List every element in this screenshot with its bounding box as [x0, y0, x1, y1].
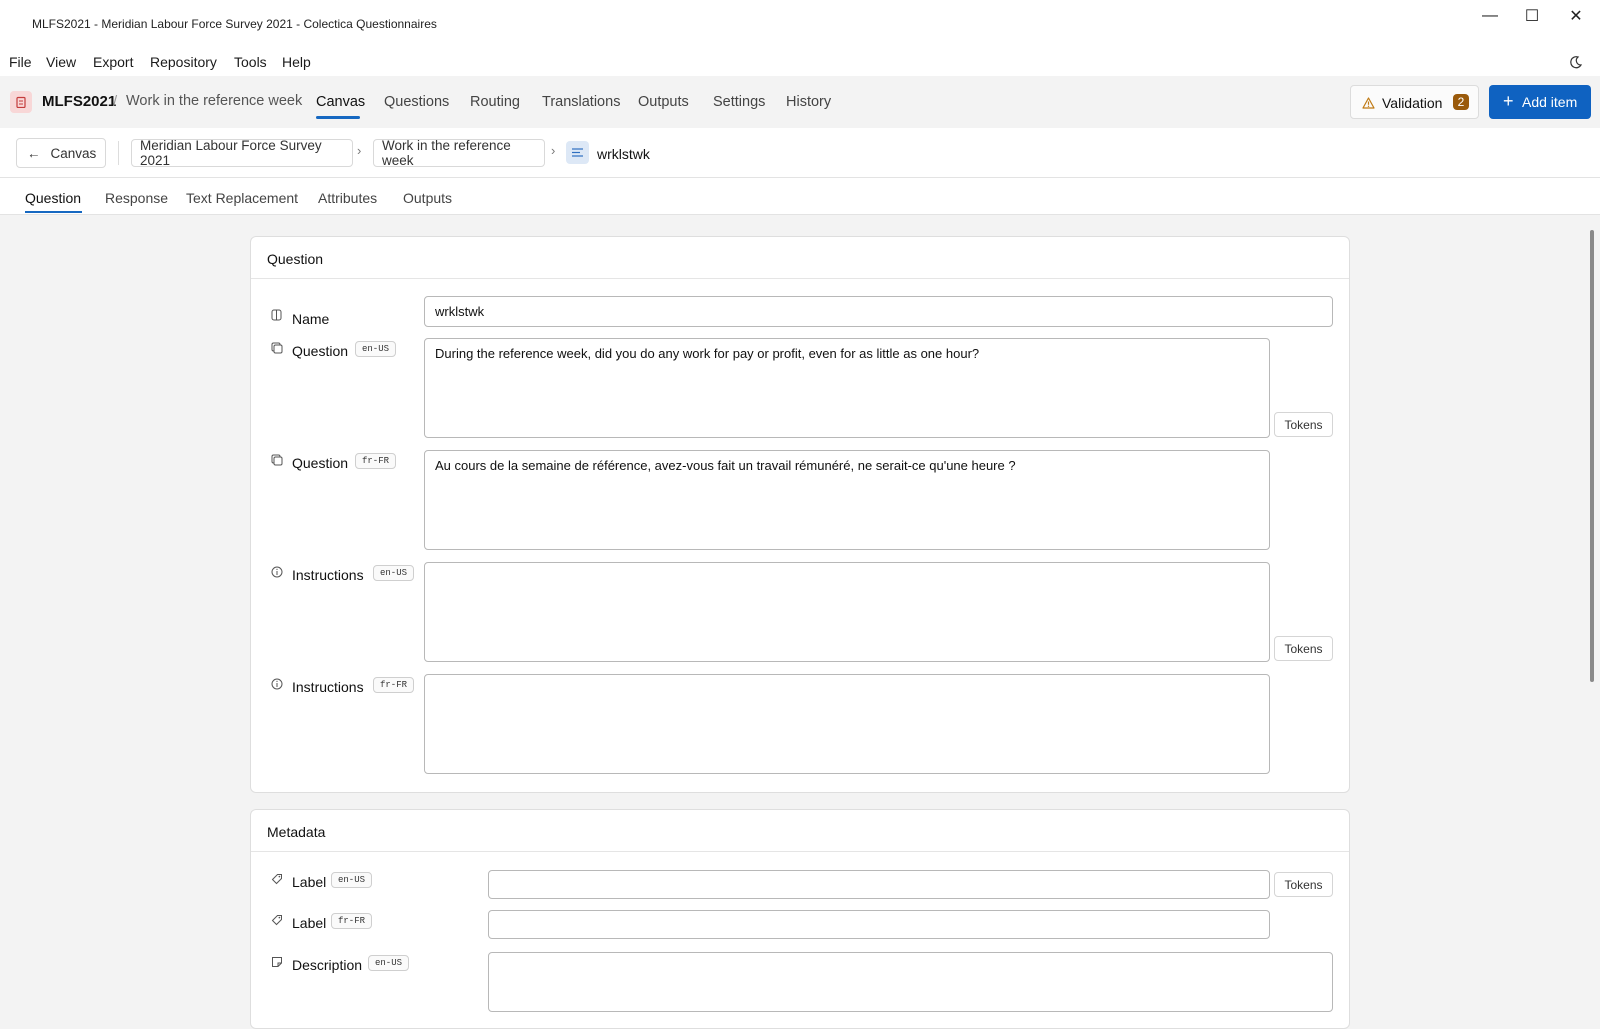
- item-tabs: Question Response Text Replacement Attri…: [0, 178, 1600, 215]
- nav-settings[interactable]: Settings: [713, 94, 765, 110]
- maximize-button[interactable]: ☐: [1509, 0, 1555, 32]
- tab-text-replacement[interactable]: Text Replacement: [186, 190, 298, 206]
- theme-toggle-icon[interactable]: [1569, 55, 1583, 69]
- card-title: Question: [267, 251, 324, 267]
- lang-badge: en-US: [355, 341, 397, 357]
- validation-label: Validation: [1382, 95, 1443, 111]
- lang-badge: fr-FR: [373, 677, 415, 693]
- info-icon: [271, 678, 283, 690]
- tokens-button[interactable]: Tokens: [1274, 636, 1333, 661]
- nav-history[interactable]: History: [786, 94, 831, 110]
- tab-question[interactable]: Question: [25, 190, 81, 206]
- chevron-right-icon: ›: [357, 143, 362, 158]
- lang-badge: en-US: [373, 565, 415, 581]
- tokens-button[interactable]: Tokens: [1274, 412, 1333, 437]
- info-icon: [271, 566, 283, 578]
- back-to-canvas-button[interactable]: ← Canvas: [16, 138, 106, 168]
- lang-badge: fr-FR: [331, 913, 373, 929]
- field-label-question: Question: [292, 455, 349, 471]
- name-input[interactable]: wrklstwk: [424, 296, 1333, 327]
- nav-routing[interactable]: Routing: [470, 94, 520, 110]
- question-text-fr-input[interactable]: Au cours de la semaine de référence, ave…: [424, 450, 1270, 550]
- card-header: Metadata: [251, 810, 1349, 852]
- back-label: Canvas: [50, 145, 97, 161]
- project-name[interactable]: MLFS2021: [42, 93, 116, 110]
- nav-outputs[interactable]: Outputs: [638, 94, 689, 110]
- lang-badge: fr-FR: [355, 453, 397, 469]
- field-label-description: Description: [292, 957, 363, 973]
- validation-count-badge: 2: [1453, 94, 1469, 110]
- description-icon: [272, 957, 282, 967]
- field-label-name: Name: [292, 311, 330, 327]
- add-item-label: Add item: [1522, 94, 1578, 110]
- add-item-button[interactable]: + Add item: [1489, 85, 1591, 119]
- breadcrumb-survey[interactable]: Meridian Labour Force Survey 2021: [131, 138, 353, 168]
- breadcrumb-separator: /: [113, 93, 118, 110]
- menu-view[interactable]: View: [46, 54, 76, 70]
- window-title: MLFS2021 - Meridian Labour Force Survey …: [32, 17, 437, 31]
- project-icon: [10, 91, 32, 113]
- current-section[interactable]: Work in the reference week: [126, 93, 302, 109]
- field-label-instructions: Instructions: [292, 567, 364, 583]
- label-en-input[interactable]: [488, 870, 1270, 899]
- menu-tools[interactable]: Tools: [234, 54, 267, 70]
- instructions-en-input[interactable]: [424, 562, 1270, 662]
- field-label-label: Label: [292, 874, 327, 890]
- description-en-input[interactable]: [488, 952, 1333, 1012]
- tokens-button[interactable]: Tokens: [1274, 872, 1333, 897]
- menu-bar: File View Export Repository Tools Help: [0, 48, 1600, 76]
- nav-questions[interactable]: Questions: [384, 94, 449, 110]
- active-nav-indicator: [316, 116, 360, 119]
- tab-response[interactable]: Response: [105, 190, 168, 206]
- menu-repository[interactable]: Repository: [150, 54, 217, 70]
- scrollbar[interactable]: [1590, 230, 1594, 682]
- minimize-button[interactable]: —: [1467, 0, 1513, 32]
- tag-icon: [271, 915, 282, 926]
- menu-file[interactable]: File: [9, 54, 32, 70]
- question-text-en-input[interactable]: During the reference week, did you do an…: [424, 338, 1270, 438]
- chevron-right-icon: ›: [551, 143, 556, 158]
- title-bar: MLFS2021 - Meridian Labour Force Survey …: [0, 0, 1600, 48]
- tag-icon: [271, 874, 282, 885]
- active-tab-indicator: [25, 211, 82, 213]
- lang-badge: en-US: [368, 955, 410, 971]
- current-item: wrklstwk: [597, 146, 650, 162]
- field-label-label: Label: [292, 915, 327, 931]
- card-title: Metadata: [267, 824, 326, 840]
- close-button[interactable]: ✕: [1553, 0, 1599, 32]
- breadcrumb-section[interactable]: Work in the reference week: [373, 138, 545, 168]
- field-label-question: Question: [292, 343, 349, 359]
- divider: [118, 141, 119, 165]
- lang-badge: en-US: [331, 872, 373, 888]
- plus-icon: +: [1503, 91, 1514, 111]
- nav-translations[interactable]: Translations: [542, 94, 620, 110]
- validation-button[interactable]: Validation 2: [1350, 85, 1479, 119]
- instructions-fr-input[interactable]: [424, 674, 1270, 774]
- name-icon: [271, 309, 282, 321]
- question-type-icon: [566, 141, 589, 164]
- arrow-left-icon: ←: [27, 145, 41, 161]
- field-label-instructions: Instructions: [292, 679, 364, 695]
- question-text-icon: [271, 454, 283, 466]
- menu-help[interactable]: Help: [282, 54, 311, 70]
- label-fr-input[interactable]: [488, 910, 1270, 939]
- warning-icon: [1362, 97, 1375, 109]
- question-text-icon: [271, 342, 283, 354]
- nav-canvas[interactable]: Canvas: [316, 94, 365, 110]
- tab-outputs[interactable]: Outputs: [403, 190, 452, 206]
- card-header: Question: [251, 237, 1349, 279]
- tab-attributes[interactable]: Attributes: [318, 190, 377, 206]
- menu-export[interactable]: Export: [93, 54, 133, 70]
